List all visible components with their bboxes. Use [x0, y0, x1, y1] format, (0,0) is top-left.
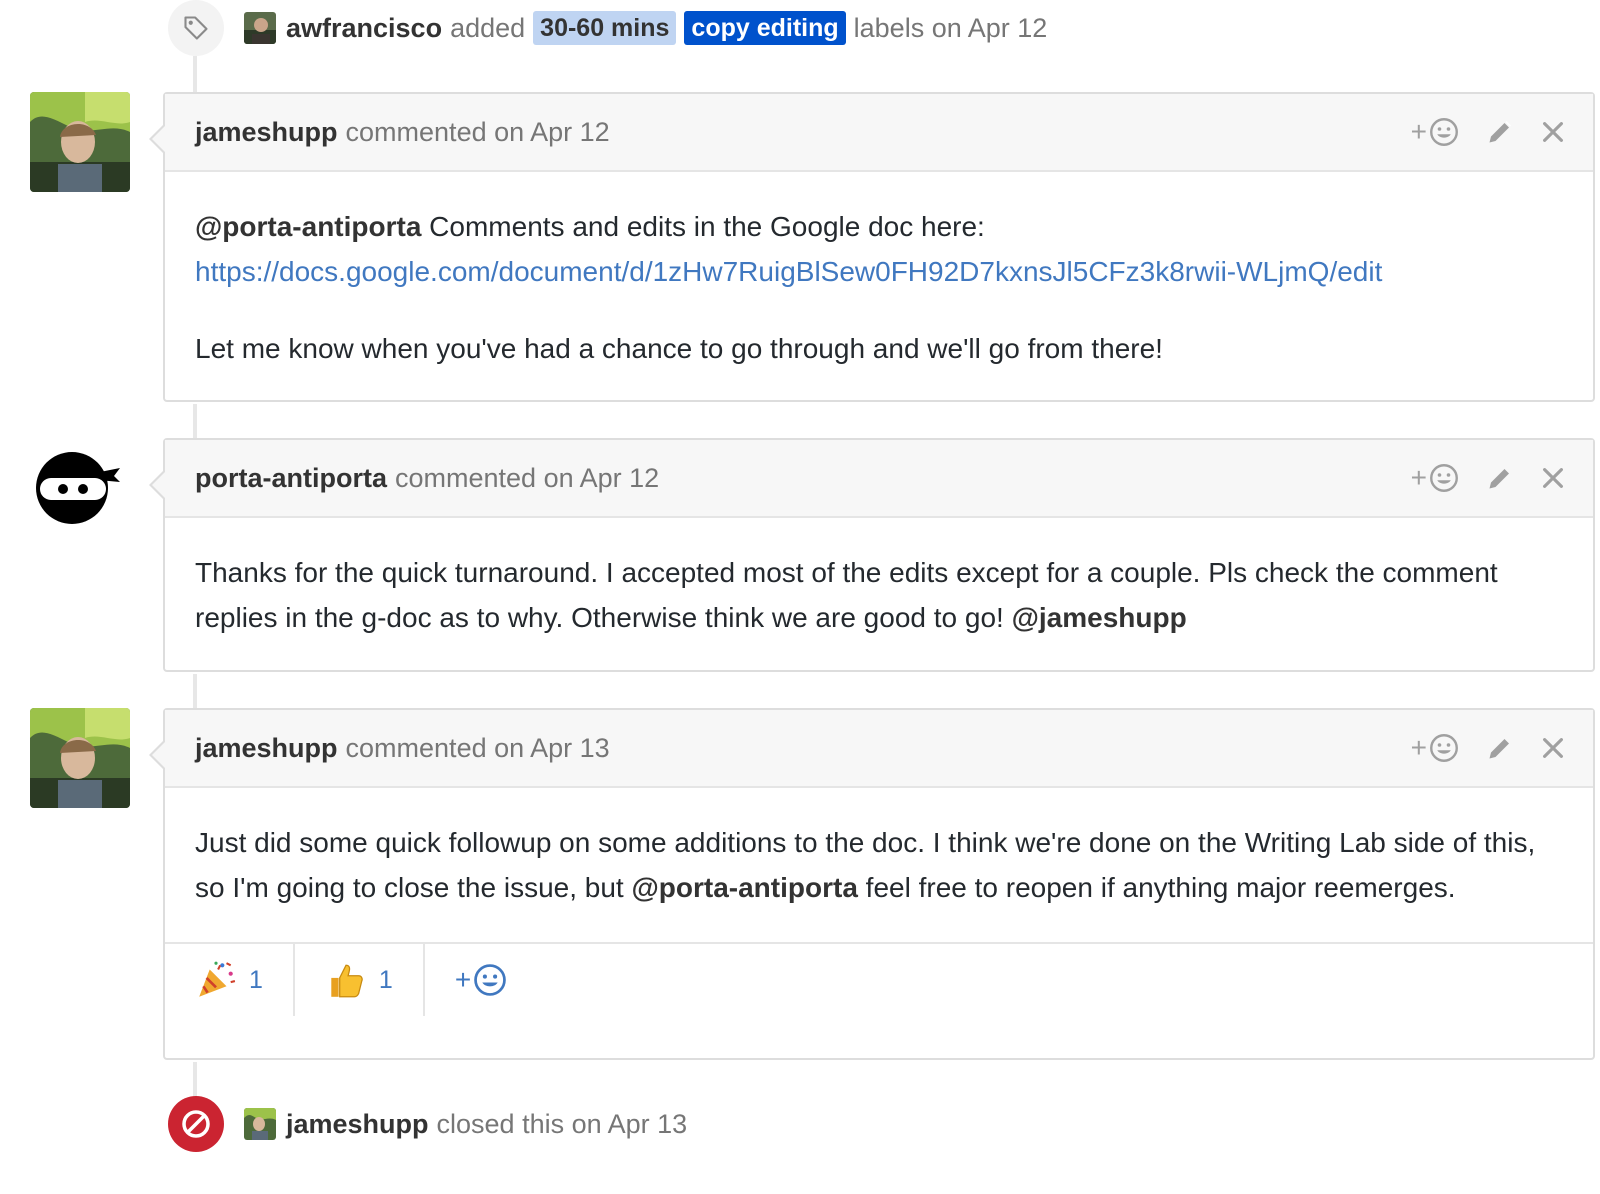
comment-actions: +	[1411, 732, 1565, 764]
reaction-count: 1	[249, 965, 263, 994]
plus-icon: +	[1410, 462, 1427, 493]
timeline-line	[193, 56, 197, 92]
delete-button[interactable]	[1541, 120, 1565, 144]
event-author-link[interactable]: jameshupp	[286, 1109, 429, 1140]
comment: jameshupp commented on Apr 12 + @porta-a…	[149, 92, 1595, 402]
comment-header: jameshupp commented on Apr 13 +	[165, 710, 1593, 788]
timeline-line	[193, 674, 197, 708]
comment-text: feel free to reopen if anything major re…	[857, 872, 1456, 903]
smiley-icon	[1430, 464, 1458, 492]
circle-slash-icon	[168, 1096, 224, 1152]
party-popper-icon	[199, 961, 236, 997]
avatar[interactable]	[30, 708, 130, 808]
closed-event: jameshupp closed this on Apr 13	[168, 1096, 687, 1152]
comment-text: Thanks for the quick turnaround. I accep…	[195, 557, 1498, 633]
timeline-line	[193, 404, 197, 438]
plus-icon: +	[1410, 732, 1427, 763]
plus-icon: +	[454, 964, 472, 995]
edit-button[interactable]	[1485, 733, 1515, 763]
comment: jameshupp commented on Apr 13 + Just did…	[149, 708, 1595, 1060]
comment-author-link[interactable]: porta-antiporta	[195, 463, 387, 494]
user-mention[interactable]: @jameshupp	[1012, 602, 1187, 633]
add-reaction-button[interactable]: +	[425, 944, 537, 1016]
avatar[interactable]	[30, 92, 130, 192]
comment-header: porta-antiporta commented on Apr 12 +	[165, 440, 1593, 518]
timeline-line	[193, 1062, 197, 1096]
close-icon	[1543, 738, 1563, 758]
comment-meta[interactable]: commented on Apr 12	[346, 117, 610, 148]
close-icon	[1543, 122, 1563, 142]
google-doc-link[interactable]: https://docs.google.com/document/d/1zHw7…	[195, 256, 1382, 287]
avatar[interactable]	[30, 438, 130, 538]
user-mention[interactable]: @porta-antiporta	[195, 211, 421, 242]
comment-actions: +	[1411, 116, 1565, 148]
plus-icon: +	[1410, 116, 1427, 147]
comment-text: Let me know when you've had a chance to …	[195, 333, 1163, 364]
thumbs-up-icon	[331, 964, 363, 998]
label-event-text: awfrancisco added 30-60 mins copy editin…	[286, 11, 1047, 45]
pencil-icon	[1489, 469, 1509, 489]
comment: porta-antiporta commented on Apr 12 + Th…	[149, 438, 1595, 672]
event-suffix: labels on Apr 12	[853, 12, 1048, 43]
label-event: awfrancisco added 30-60 mins copy editin…	[168, 0, 1047, 56]
pencil-icon	[1489, 739, 1509, 759]
closed-event-text: jameshupp closed this on Apr 13	[286, 1109, 687, 1140]
comment-author-link[interactable]: jameshupp	[195, 117, 338, 148]
avatar[interactable]	[244, 1108, 276, 1140]
event-verb: added	[450, 12, 526, 43]
comment-text: Comments and edits in the Google doc her…	[421, 211, 985, 242]
delete-button[interactable]	[1541, 736, 1565, 760]
user-mention[interactable]: @porta-antiporta	[631, 872, 857, 903]
smiley-icon	[1430, 734, 1458, 762]
close-icon	[1543, 468, 1563, 488]
comment-author-link[interactable]: jameshupp	[195, 733, 338, 764]
comment-body: @porta-antiporta Comments and edits in t…	[165, 172, 1593, 401]
add-reaction-button[interactable]: +	[1411, 116, 1459, 148]
comment-body: Just did some quick followup on some add…	[165, 788, 1593, 942]
reaction-count: 1	[378, 965, 393, 994]
comment-header: jameshupp commented on Apr 12 +	[165, 94, 1593, 172]
smiley-icon	[474, 964, 506, 996]
edit-button[interactable]	[1485, 117, 1515, 147]
reactions-bar: 1 1 +	[165, 942, 1593, 1016]
comment-body: Thanks for the quick turnaround. I accep…	[165, 518, 1593, 670]
event-author-link[interactable]: awfrancisco	[286, 13, 442, 44]
reaction-thumbs-up[interactable]: 1	[295, 944, 425, 1016]
comment-meta[interactable]: commented on Apr 13	[346, 733, 610, 764]
comment-actions: +	[1411, 462, 1565, 494]
avatar[interactable]	[244, 12, 276, 44]
pencil-icon	[1489, 120, 1512, 143]
add-reaction-button[interactable]: +	[1411, 732, 1459, 764]
reaction-party-popper[interactable]: 1	[165, 944, 295, 1016]
event-description: closed this on Apr 13	[436, 1108, 688, 1139]
delete-button[interactable]	[1541, 466, 1565, 490]
comment-meta[interactable]: commented on Apr 12	[395, 463, 659, 494]
tag-icon	[168, 0, 224, 56]
add-reaction-button[interactable]: +	[1411, 462, 1459, 494]
smiley-icon	[1430, 118, 1458, 146]
label-badge-30-60-mins[interactable]: 30-60 mins	[533, 11, 677, 45]
label-badge-copy-editing[interactable]: copy editing	[684, 11, 846, 45]
edit-button[interactable]	[1485, 463, 1515, 493]
